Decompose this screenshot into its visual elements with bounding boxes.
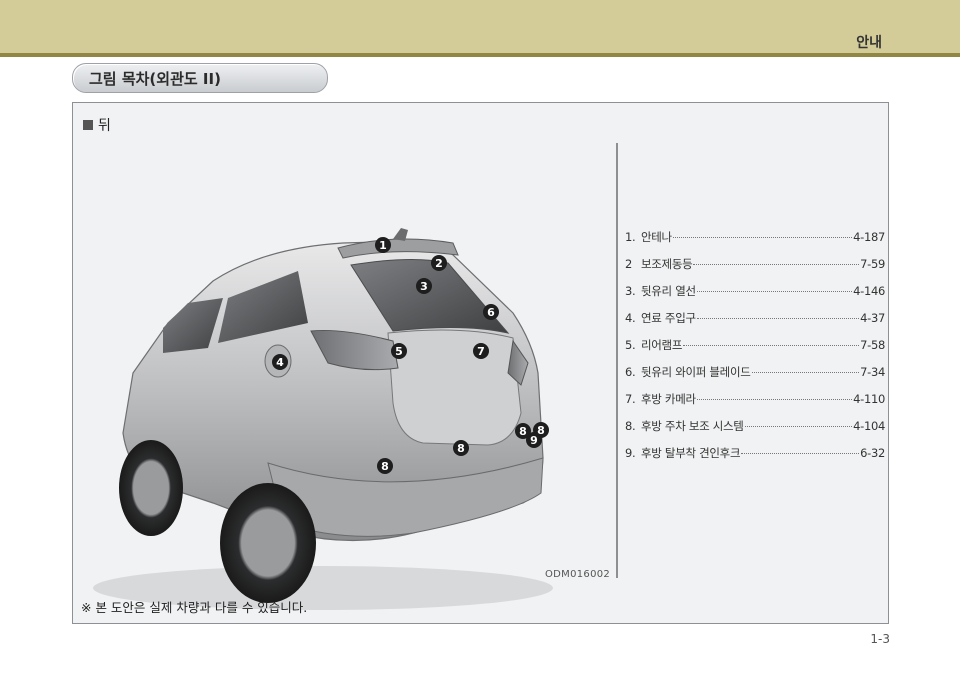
legend-item[interactable]: 1. 안테나 4-187 (625, 229, 885, 256)
legend-item[interactable]: 8. 후방 주차 보조 시스템 4-104 (625, 418, 885, 445)
tailgate (387, 329, 522, 446)
legend-item[interactable]: 7. 후방 카메라 4-110 (625, 391, 885, 418)
svg-text:7: 7 (477, 345, 485, 358)
header-band (0, 0, 960, 53)
svg-text:6: 6 (487, 306, 495, 319)
front-wheel (119, 440, 183, 536)
legend-item[interactable]: 5. 리어램프 7-58 (625, 337, 885, 364)
figure-panel: 뒤 1 2 3 4 5 6 7 8 8 8 8 9 ODM016002 1. 안… (72, 102, 889, 624)
svg-text:9: 9 (530, 434, 538, 447)
callout-marker-8b: 8 (453, 440, 469, 456)
callout-marker-3: 3 (416, 278, 432, 294)
legend-item[interactable]: 4. 연료 주입구 4-37 (625, 310, 885, 337)
callout-marker-2: 2 (431, 255, 447, 271)
figure-heading-label: 뒤 (98, 118, 111, 134)
square-bullet-icon (83, 120, 93, 130)
car-rear-illustration: 1 2 3 4 5 6 7 8 8 8 8 9 (93, 228, 553, 610)
svg-text:5: 5 (395, 345, 403, 358)
svg-text:2: 2 (435, 257, 443, 270)
svg-text:1: 1 (379, 239, 387, 252)
header-rule (0, 53, 960, 57)
legend-item[interactable]: 6. 뒷유리 와이퍼 블레이드 7-34 (625, 364, 885, 391)
callout-marker-6: 6 (483, 304, 499, 320)
section-title-pill: 그림 목차(외관도 II) (72, 63, 328, 93)
legend-item[interactable]: 9. 후방 탈부착 견인후크 6-32 (625, 445, 885, 472)
image-code: ODM016002 (545, 569, 611, 580)
callout-marker-7: 7 (473, 343, 489, 359)
callout-marker-8a: 8 (377, 458, 393, 474)
section-title: 그림 목차(외관도 II) (89, 70, 221, 88)
svg-text:8: 8 (519, 425, 527, 438)
legend-item[interactable]: 3. 뒷유리 열선 4-146 (625, 283, 885, 310)
divider-line (616, 143, 618, 578)
callout-marker-4: 4 (272, 354, 288, 370)
figure-heading: 뒤 (83, 115, 111, 135)
page-number: 1-3 (870, 632, 890, 646)
svg-text:8: 8 (381, 460, 389, 473)
svg-text:4: 4 (276, 356, 284, 369)
rear-wheel (220, 483, 316, 603)
svg-text:8: 8 (457, 442, 465, 455)
legend-item[interactable]: 2 보조제동등 7-59 (625, 256, 885, 283)
svg-text:3: 3 (420, 280, 428, 293)
callout-marker-1: 1 (375, 237, 391, 253)
callout-marker-9: 9 (526, 432, 542, 448)
chapter-title: 안내 (856, 35, 882, 51)
disclaimer-note: ※ 본 도안은 실제 차량과 다를 수 있습니다. (81, 600, 308, 615)
legend-list: 1. 안테나 4-187 2 보조제동등 7-59 3. 뒷유리 열선 4-146 4. 연료… (625, 229, 885, 472)
callout-marker-5: 5 (391, 343, 407, 359)
